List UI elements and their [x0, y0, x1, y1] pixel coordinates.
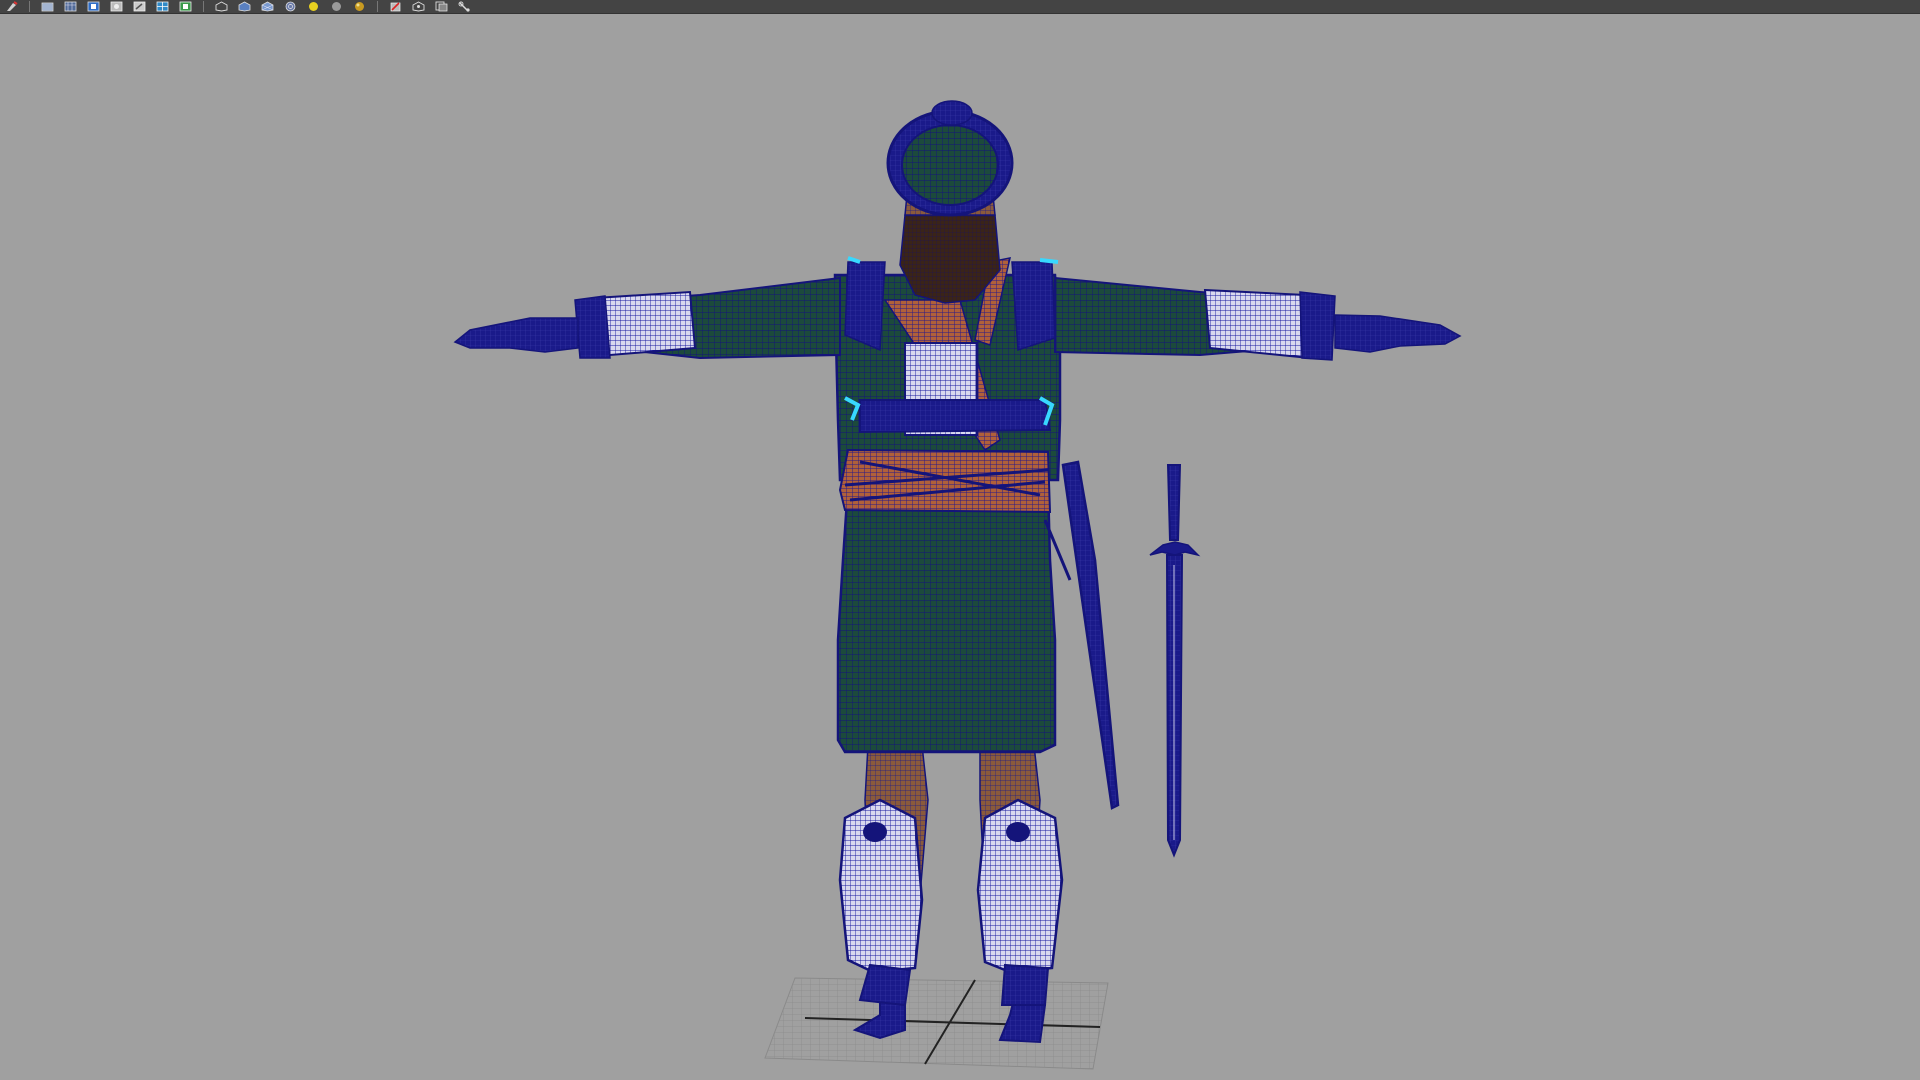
wireframe-icon[interactable] — [214, 1, 228, 12]
shadows-icon[interactable] — [329, 1, 343, 12]
image-plane-icon[interactable] — [63, 1, 77, 12]
xray-joints-icon[interactable] — [411, 1, 425, 12]
sword-mesh[interactable] — [1149, 464, 1201, 858]
2d-pan-zoom-icon[interactable] — [109, 1, 123, 12]
magnet-icon[interactable] — [457, 1, 471, 12]
wireframe-on-shaded-icon[interactable] — [260, 1, 274, 12]
grid-icon[interactable] — [155, 1, 169, 12]
3d-viewport[interactable] — [0, 14, 1920, 1080]
toolbar-divider — [203, 1, 204, 12]
smooth-shade-icon[interactable] — [237, 1, 251, 12]
film-gate-icon[interactable] — [178, 1, 192, 12]
select-tool-icon[interactable] — [4, 1, 18, 12]
camera-attributes-icon[interactable] — [40, 1, 54, 12]
toolbar-divider — [29, 1, 30, 12]
sword-scabbard-mesh[interactable] — [1043, 460, 1120, 810]
viewport-panel-toolbar — [0, 0, 1920, 14]
snap-to-grid-icon[interactable] — [434, 1, 448, 12]
grease-pencil-icon[interactable] — [132, 1, 146, 12]
ambient-occlusion-icon[interactable] — [352, 1, 366, 12]
bookmark-icon[interactable] — [86, 1, 100, 12]
isolate-select-icon[interactable] — [388, 1, 402, 12]
ground-grid — [764, 977, 1109, 1070]
toolbar-divider — [377, 1, 378, 12]
character-mesh[interactable] — [453, 100, 1462, 1044]
viewport-scene[interactable] — [0, 14, 1920, 1080]
xray-icon[interactable] — [283, 1, 297, 12]
use-default-light-icon[interactable] — [306, 1, 320, 12]
